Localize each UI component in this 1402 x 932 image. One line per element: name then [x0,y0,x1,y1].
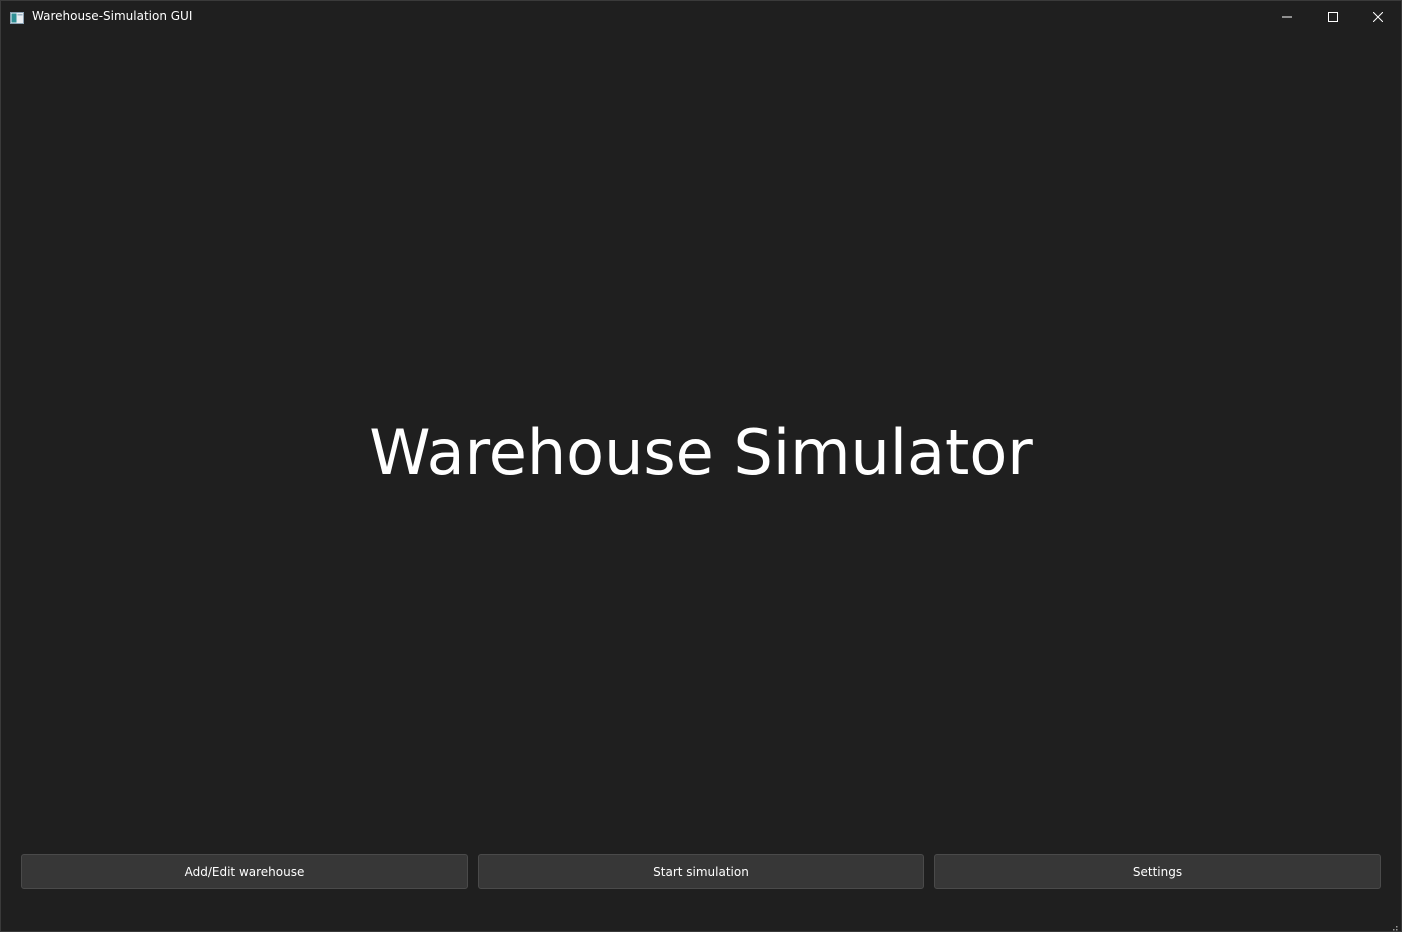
start-simulation-button[interactable]: Start simulation [478,854,924,889]
maximize-button[interactable] [1310,1,1356,32]
app-window-icon [10,9,24,24]
close-button[interactable] [1355,1,1401,32]
app-window: Warehouse-Simulation GUI Warehouse Simul… [0,0,1402,932]
resize-grip-icon[interactable] [1388,919,1398,931]
settings-button[interactable]: Settings [934,854,1381,889]
main-content: Warehouse Simulator Add/Edit warehouse S… [1,32,1401,931]
minimize-button[interactable] [1264,1,1310,32]
add-edit-warehouse-button[interactable]: Add/Edit warehouse [21,854,468,889]
minimize-icon [1282,7,1292,26]
page-title: Warehouse Simulator [369,416,1033,489]
window-title: Warehouse-Simulation GUI [32,9,193,23]
maximize-icon [1328,7,1338,26]
close-icon [1372,7,1384,26]
title-bar[interactable]: Warehouse-Simulation GUI [1,1,1401,32]
